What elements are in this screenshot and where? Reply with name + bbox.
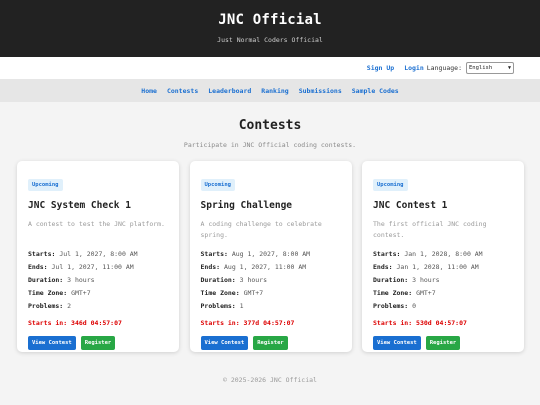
register-button[interactable]: Register [425, 336, 461, 350]
contest-ends: Ends: Jan 1, 2028, 11:00 AM [373, 261, 513, 274]
contest-problems: Problems: 1 [201, 300, 341, 313]
contest-info: Starts: Jan 1, 2028, 8:00 AM Ends: Jan 1… [373, 248, 513, 313]
contest-problems: Problems: 0 [373, 300, 513, 313]
ends-label: Ends: [200, 263, 221, 271]
contest-ends: Ends: Jul 1, 2027, 11:00 AM [28, 261, 168, 274]
chevron-down-icon: ▼ [507, 65, 511, 71]
contest-card: Upcoming JNC Contest 1 The first officia… [362, 161, 524, 352]
contest-timezone: Time Zone: GMT+7 [373, 287, 513, 300]
countdown: Starts in: 346d 04:57:07 [28, 319, 122, 327]
contest-timezone: Time Zone: GMT+7 [28, 287, 168, 300]
problems-label: Problems: [200, 302, 236, 310]
contest-card: Upcoming Spring Challenge A coding chall… [189, 161, 352, 352]
language-select[interactable]: English ▼ [466, 62, 514, 74]
countdown: Starts in: 377d 04:57:07 [200, 319, 295, 327]
starts-value: Aug 1, 2027, 8:00 AM [231, 250, 311, 258]
contest-description: A coding challenge to celebrate spring. [200, 220, 322, 239]
duration-value: 3 hours [67, 276, 95, 284]
starts-label: Starts: [373, 250, 401, 258]
login-link[interactable]: Login [404, 64, 424, 72]
status-badge: Upcoming [28, 179, 63, 191]
nav-submissions[interactable]: Submissions [299, 87, 342, 95]
status-badge: Upcoming [200, 179, 235, 191]
duration-label: Duration: [200, 276, 236, 284]
contest-info: Starts: Aug 1, 2027, 8:00 AM Ends: Aug 1… [201, 248, 341, 313]
contest-description: The first official JNC coding contest. [373, 220, 487, 239]
site-subtitle: Just Normal Coders Official [217, 36, 323, 44]
problems-value: 1 [239, 302, 244, 310]
contest-title: JNC Contest 1 [373, 200, 448, 211]
timezone-label: Time Zone: [373, 289, 413, 297]
page-title: Contests [238, 118, 302, 133]
view-contest-button[interactable]: View Contest [200, 336, 249, 350]
starts-label: Starts: [200, 250, 228, 258]
contest-starts: Starts: Jul 1, 2027, 8:00 AM [28, 248, 168, 261]
starts-label: Starts: [28, 250, 56, 258]
contest-problems: Problems: 2 [28, 300, 168, 313]
contest-description: A contest to test the JNC platform. [28, 220, 165, 228]
contest-starts: Starts: Jan 1, 2028, 8:00 AM [373, 248, 513, 261]
nav-ranking[interactable]: Ranking [261, 87, 288, 95]
timezone-value: GMT+7 [71, 289, 91, 297]
view-contest-button[interactable]: View Contest [28, 336, 76, 350]
ends-value: Aug 1, 2027, 11:00 AM [224, 263, 307, 271]
problems-label: Problems: [28, 302, 64, 310]
auth-bar: Sign Up Login Language: English ▼ [0, 57, 540, 79]
card-actions: View Contest Register [28, 336, 168, 350]
contest-list: Upcoming JNC System Check 1 A contest to… [17, 161, 524, 352]
contest-card: Upcoming JNC System Check 1 A contest to… [17, 161, 179, 352]
problems-value: 2 [67, 302, 72, 310]
contest-duration: Duration: 3 hours [28, 274, 168, 287]
contest-timezone: Time Zone: GMT+7 [201, 287, 341, 300]
problems-label: Problems: [373, 302, 409, 310]
duration-label: Duration: [28, 276, 64, 284]
contest-ends: Ends: Aug 1, 2027, 11:00 AM [201, 261, 341, 274]
timezone-value: GMT+7 [416, 289, 436, 297]
nav-contests[interactable]: Contests [167, 87, 198, 95]
site-footer: © 2025-2026 JNC Official [223, 376, 317, 384]
ends-value: Jul 1, 2027, 11:00 AM [51, 263, 134, 271]
starts-value: Jan 1, 2028, 8:00 AM [404, 250, 483, 258]
contest-duration: Duration: 3 hours [373, 274, 513, 287]
status-badge: Upcoming [373, 179, 408, 191]
nav-sample-codes[interactable]: Sample Codes [352, 87, 399, 95]
language-label: Language: [426, 64, 462, 72]
duration-label: Duration: [373, 276, 409, 284]
ends-label: Ends: [373, 263, 393, 271]
register-button[interactable]: Register [253, 336, 288, 350]
ends-label: Ends: [28, 263, 48, 271]
duration-value: 3 hours [239, 276, 268, 284]
timezone-label: Time Zone: [28, 289, 68, 297]
duration-value: 3 hours [412, 276, 440, 284]
contest-title: Spring Challenge [200, 200, 293, 211]
site-header: JNC Official Just Normal Coders Official [0, 0, 540, 57]
main-nav: Home Contests Leaderboard Ranking Submis… [0, 79, 540, 102]
view-contest-button[interactable]: View Contest [373, 336, 421, 350]
register-button[interactable]: Register [80, 336, 116, 350]
problems-value: 0 [412, 302, 417, 310]
ends-value: Jan 1, 2028, 11:00 AM [396, 263, 479, 271]
signup-link[interactable]: Sign Up [367, 64, 394, 72]
timezone-value: GMT+7 [243, 289, 264, 297]
language-select-value: English [469, 65, 493, 71]
card-actions: View Contest Register [200, 336, 341, 350]
contest-title: JNC System Check 1 [28, 200, 131, 211]
page-intro: Participate in JNC Official coding conte… [183, 141, 357, 149]
nav-home[interactable]: Home [141, 87, 157, 95]
countdown: Starts in: 530d 04:57:07 [373, 319, 467, 327]
nav-leaderboard[interactable]: Leaderboard [208, 87, 251, 95]
timezone-label: Time Zone: [200, 289, 240, 297]
contest-info: Starts: Jul 1, 2027, 8:00 AM Ends: Jul 1… [28, 248, 168, 313]
starts-value: Jul 1, 2027, 8:00 AM [59, 250, 138, 258]
site-title: JNC Official [218, 12, 322, 28]
contest-duration: Duration: 3 hours [201, 274, 341, 287]
card-actions: View Contest Register [373, 336, 513, 350]
contest-starts: Starts: Aug 1, 2027, 8:00 AM [201, 248, 341, 261]
